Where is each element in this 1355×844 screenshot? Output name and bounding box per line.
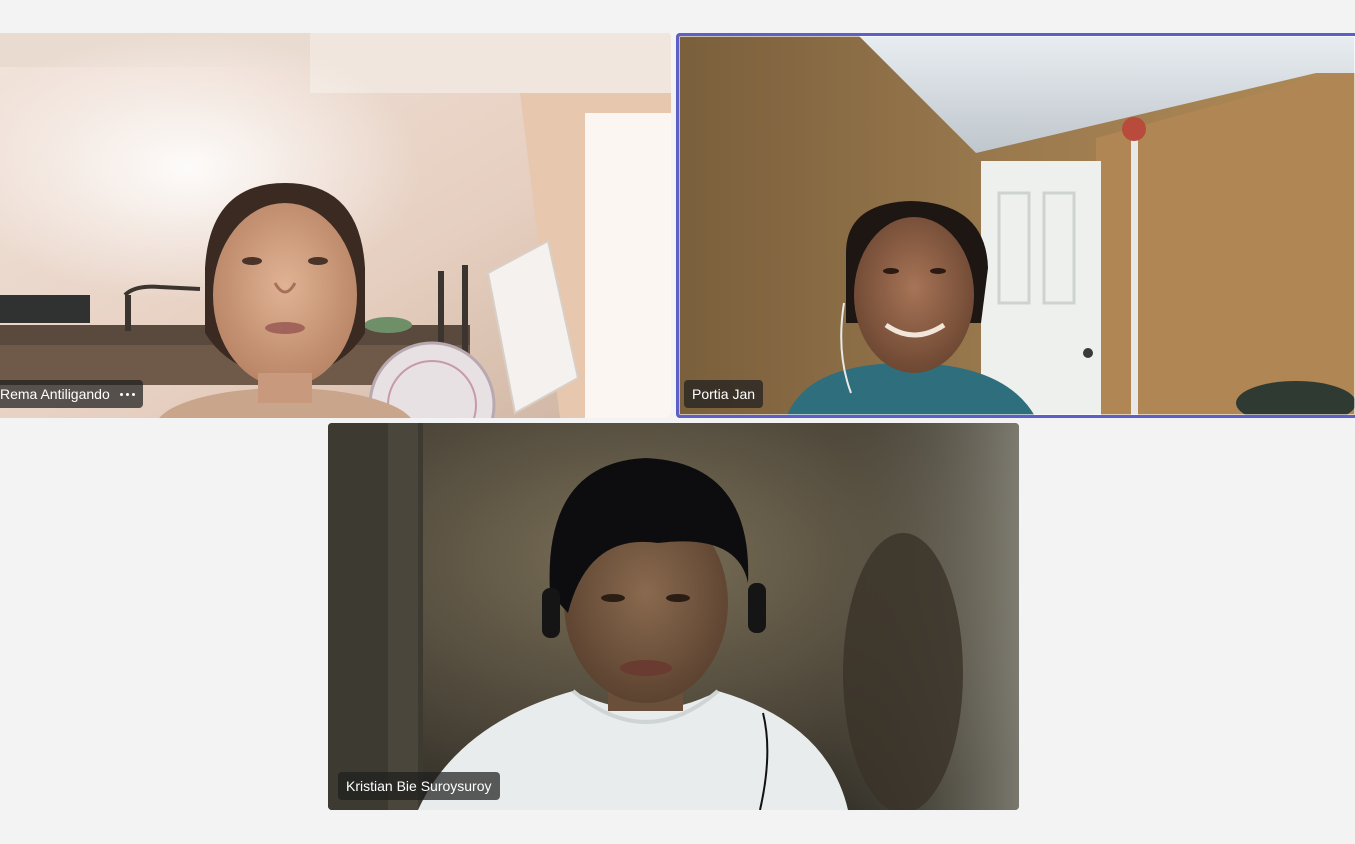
video-grid: Rema Antiligando Portia Jan Kristian Bie…	[0, 0, 1355, 844]
video-frame	[676, 33, 1355, 418]
participant-name-tag: Portia Jan	[684, 380, 764, 408]
participant-name-tag: Rema Antiligando	[0, 380, 143, 408]
participant-name: Portia Jan	[692, 386, 756, 402]
participant-name-tag: Kristian Bie Suroysuroy	[338, 772, 500, 800]
participant-tile-kristian[interactable]: Kristian Bie Suroysuroy	[328, 423, 1019, 810]
more-horizontal-icon	[119, 392, 123, 396]
participant-tile-rema[interactable]: Rema Antiligando	[0, 33, 671, 418]
more-horizontal-icon-dot	[131, 392, 135, 396]
participant-video	[0, 33, 671, 418]
more-horizontal-icon-dot	[125, 392, 129, 396]
video-frame	[0, 33, 671, 418]
participant-name: Rema Antiligando	[0, 386, 110, 402]
participant-video	[676, 33, 1355, 418]
video-frame	[328, 423, 1019, 810]
participant-name: Kristian Bie Suroysuroy	[346, 778, 492, 794]
more-options-button[interactable]	[119, 380, 135, 408]
participant-video	[328, 423, 1019, 810]
participant-tile-portia[interactable]: Portia Jan	[676, 33, 1355, 418]
